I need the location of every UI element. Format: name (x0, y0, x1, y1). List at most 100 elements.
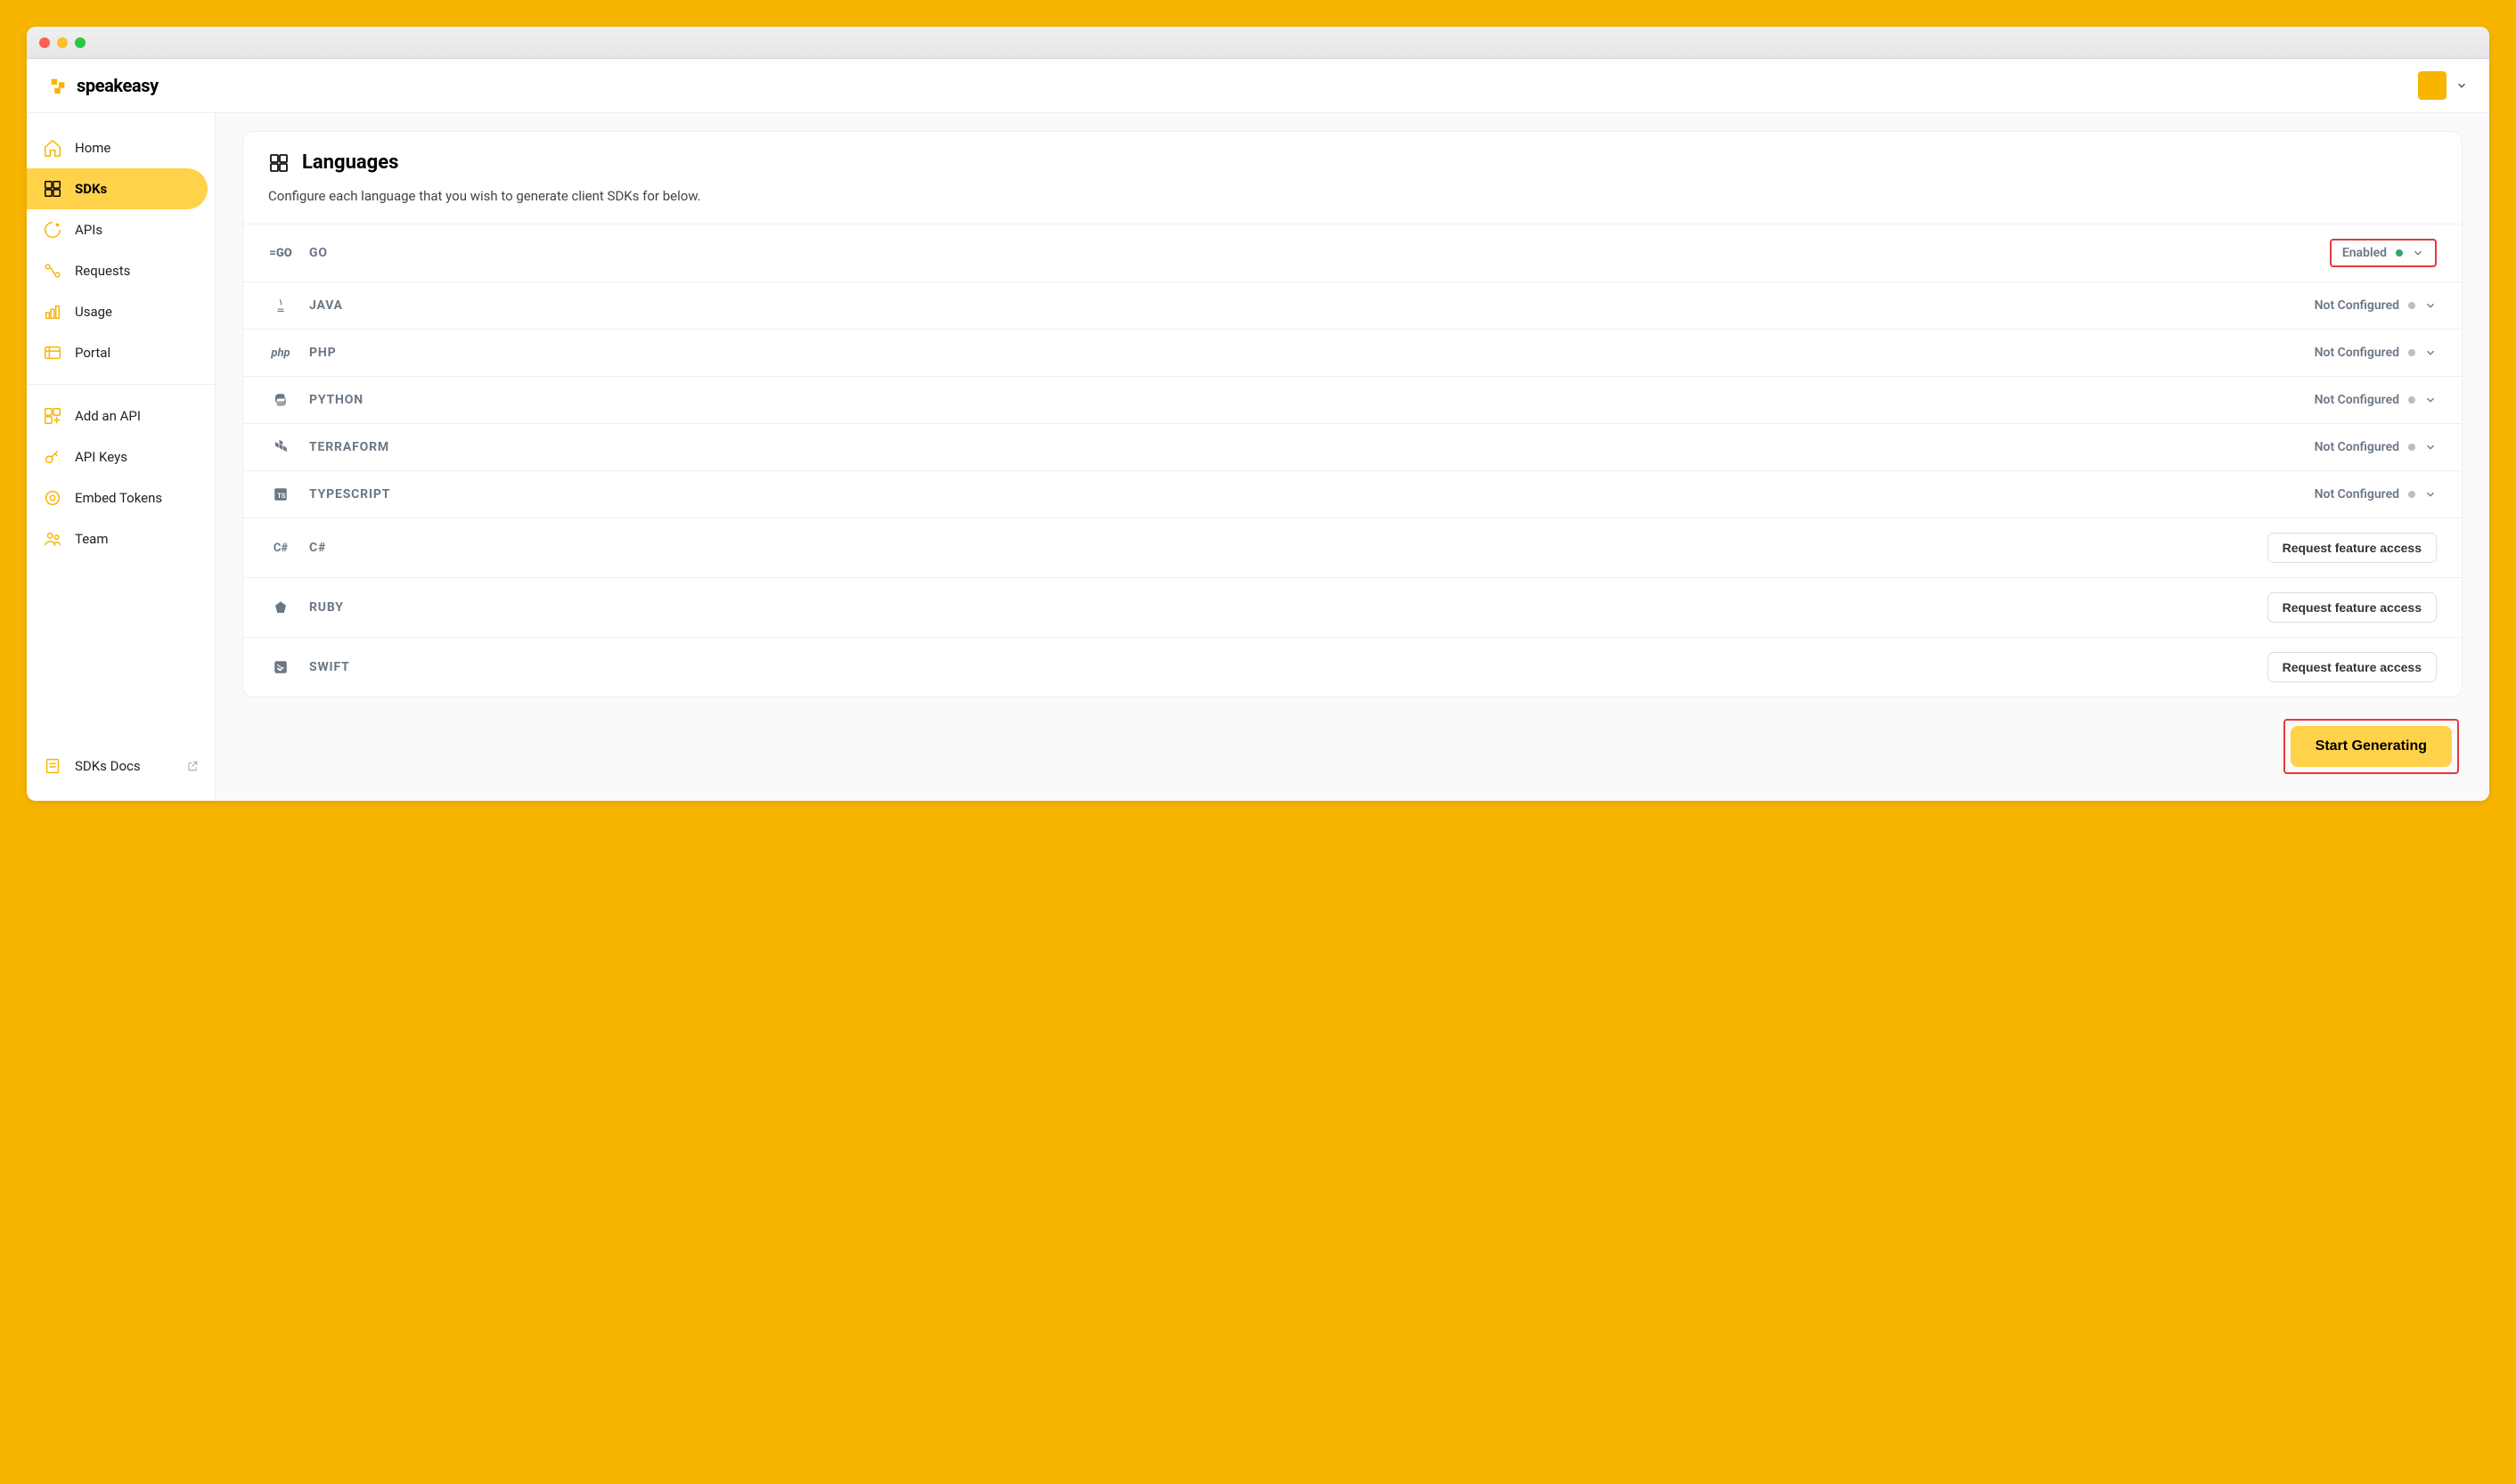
sidebar-item-label: APIs (75, 222, 102, 238)
status-dot (2408, 302, 2415, 309)
status-dot (2408, 349, 2415, 356)
window-controls (39, 37, 86, 48)
language-name: TYPESCRIPT (309, 487, 390, 501)
sidebar-primary: Home SDKs APIs Requests Usage (27, 120, 215, 380)
chevron-down-icon (2424, 347, 2437, 359)
language-status[interactable]: Not Configured (2315, 298, 2437, 313)
language-status[interactable]: Not Configured (2315, 393, 2437, 407)
sidebar-footer: SDKs Docs (27, 738, 215, 794)
language-name: GO (309, 246, 328, 260)
portal-icon (43, 343, 62, 363)
svg-text:TS: TS (277, 492, 286, 500)
sidebar-item-label: Usage (75, 304, 112, 320)
typescript-icon: TS (268, 485, 293, 503)
chevron-down-icon (2424, 488, 2437, 501)
card-title: Languages (302, 151, 398, 174)
sidebar-item-usage[interactable]: Usage (27, 291, 215, 332)
language-row-terraform[interactable]: TERRAFORMNot Configured (243, 423, 2462, 470)
language-status[interactable]: Enabled (2330, 239, 2437, 267)
team-icon (43, 529, 62, 549)
sidebar-item-portal[interactable]: Portal (27, 332, 215, 373)
language-name: PYTHON (309, 393, 364, 407)
language-status[interactable]: Not Configured (2315, 346, 2437, 360)
sidebar: Home SDKs APIs Requests Usage (27, 113, 216, 801)
language-row-python[interactable]: PYTHON Not Configured (243, 376, 2462, 423)
language-row-ruby[interactable]: RUBY Request feature access (243, 577, 2462, 637)
close-window-button[interactable] (39, 37, 50, 48)
status-dot (2408, 396, 2415, 404)
add-api-icon (43, 406, 62, 426)
sidebar-item-sdks[interactable]: SDKs (27, 168, 208, 209)
language-name: SWIFT (309, 660, 350, 674)
start-generating-highlight: Start Generating (2283, 719, 2459, 774)
minimize-window-button[interactable] (57, 37, 68, 48)
token-icon (43, 488, 62, 508)
sidebar-item-label: Embed Tokens (75, 490, 162, 506)
status-text: Not Configured (2315, 440, 2399, 454)
csharp-icon: C# (268, 539, 293, 557)
sidebar-secondary: Add an API API Keys Embed Tokens Team (27, 388, 215, 567)
status-text: Not Configured (2315, 298, 2399, 313)
cycle-icon (43, 220, 62, 240)
language-row-php[interactable]: php PHP Not Configured (243, 329, 2462, 376)
java-icon (268, 297, 293, 314)
sidebar-item-apis[interactable]: APIs (27, 209, 215, 250)
brand[interactable]: speakeasy (48, 75, 159, 96)
terraform-icon (268, 438, 293, 456)
sidebar-item-label: SDKs Docs (75, 758, 141, 774)
sidebar-item-api-keys[interactable]: API Keys (27, 436, 215, 477)
status-dot (2396, 249, 2403, 257)
sidebar-item-sdks-docs[interactable]: SDKs Docs (27, 746, 215, 787)
language-row-csharp[interactable]: C# C# Request feature access (243, 518, 2462, 577)
maximize-window-button[interactable] (75, 37, 86, 48)
sidebar-item-label: SDKs (75, 181, 107, 197)
sidebar-item-label: Home (75, 140, 110, 156)
account-menu[interactable] (2418, 71, 2468, 100)
topbar: speakeasy (27, 59, 2489, 113)
chevron-down-icon (2455, 79, 2468, 92)
swift-icon (268, 658, 293, 676)
sidebar-item-label: Portal (75, 345, 110, 361)
card-header: Languages (243, 132, 2462, 179)
language-name: RUBY (309, 600, 344, 615)
python-icon (268, 391, 293, 409)
external-link-icon (186, 760, 199, 772)
request-access-button[interactable]: Request feature access (2267, 652, 2437, 682)
status-dot (2408, 444, 2415, 451)
card-subtitle: Configure each language that you wish to… (243, 179, 2462, 224)
language-row-typescript[interactable]: TS TYPESCRIPT Not Configured (243, 470, 2462, 518)
language-row-swift[interactable]: SWIFT Request feature access (243, 637, 2462, 697)
ruby-icon (268, 599, 293, 616)
status-dot (2408, 491, 2415, 498)
status-text: Not Configured (2315, 346, 2399, 360)
sidebar-item-label: API Keys (75, 449, 127, 465)
language-name: JAVA (309, 298, 343, 313)
main-content: Languages Configure each language that y… (216, 113, 2489, 801)
titlebar (27, 27, 2489, 59)
sidebar-item-embed-tokens[interactable]: Embed Tokens (27, 477, 215, 518)
languages-icon (268, 152, 290, 174)
sidebar-item-home[interactable]: Home (27, 127, 215, 168)
request-access-button[interactable]: Request feature access (2267, 592, 2437, 623)
sidebar-item-requests[interactable]: Requests (27, 250, 215, 291)
sidebar-item-add-api[interactable]: Add an API (27, 395, 215, 436)
grid-icon (43, 179, 62, 199)
chevron-down-icon (2424, 394, 2437, 406)
sidebar-item-team[interactable]: Team (27, 518, 215, 559)
language-name: C# (309, 541, 326, 555)
request-access-button[interactable]: Request feature access (2267, 533, 2437, 563)
language-status[interactable]: Not Configured (2315, 487, 2437, 501)
home-icon (43, 138, 62, 158)
language-list: =GOGOEnabledJAVANot ConfiguredphpPHPNot … (243, 224, 2462, 697)
status-text: Not Configured (2315, 487, 2399, 501)
start-generating-button[interactable]: Start Generating (2291, 726, 2452, 767)
chevron-down-icon (2424, 299, 2437, 312)
chevron-down-icon (2412, 247, 2424, 259)
language-row-go[interactable]: =GOGOEnabled (243, 224, 2462, 281)
language-row-java[interactable]: JAVA Not Configured (243, 281, 2462, 329)
language-name: PHP (309, 346, 336, 360)
language-status[interactable]: Not Configured (2315, 440, 2437, 454)
languages-card: Languages Configure each language that y… (242, 131, 2463, 697)
php-icon: php (268, 344, 293, 362)
sidebar-item-label: Requests (75, 263, 130, 279)
